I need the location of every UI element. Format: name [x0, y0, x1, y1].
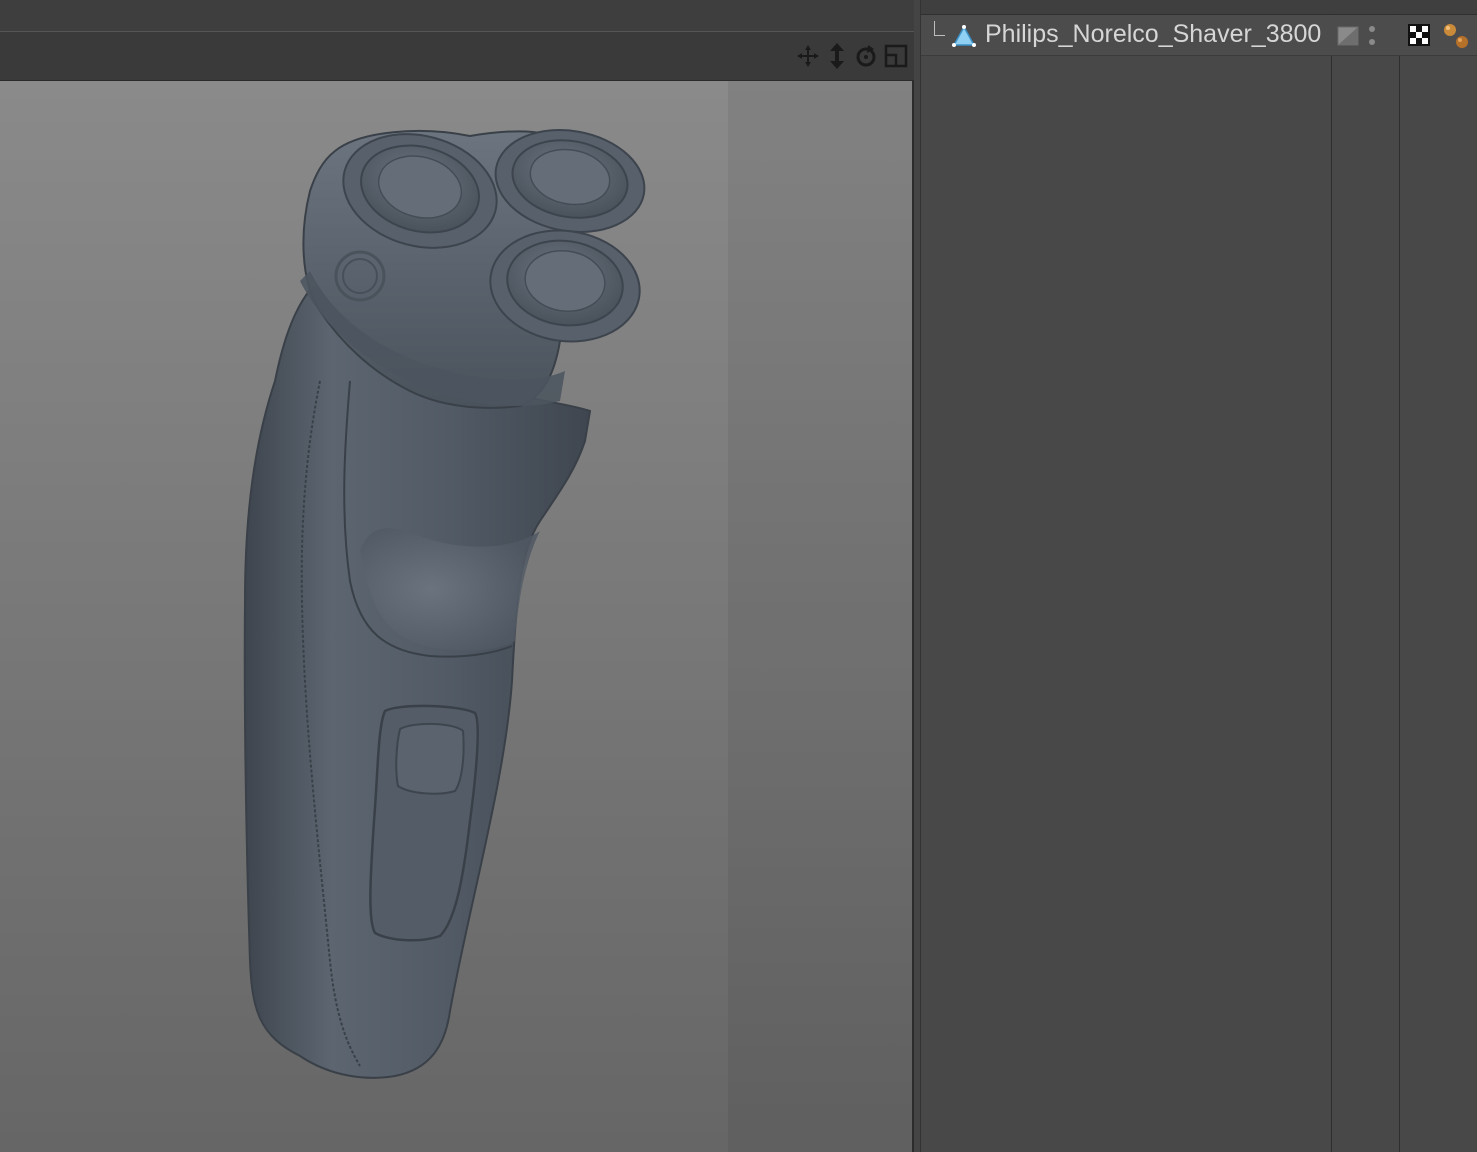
column-divider[interactable] [1331, 14, 1332, 1152]
viewport-toolbar [0, 32, 914, 81]
move-icon[interactable] [794, 42, 822, 70]
view-menu-strip [0, 0, 914, 32]
dolly-icon[interactable] [823, 42, 851, 70]
material-icon[interactable] [1442, 22, 1470, 50]
hierarchy-line [934, 21, 945, 36]
shaver-model[interactable] [0, 81, 912, 1152]
viewport-area [0, 0, 914, 1152]
rotate-icon[interactable] [852, 42, 880, 70]
object-row[interactable]: Philips_Norelco_Shaver_3800 [921, 15, 1477, 56]
viewport-divider[interactable] [912, 81, 914, 1152]
layer-icon[interactable] [1337, 26, 1359, 46]
object-manager: Philips_Norelco_Shaver_3800 [920, 0, 1477, 1152]
column-divider[interactable] [1399, 14, 1400, 1152]
object-name[interactable]: Philips_Norelco_Shaver_3800 [985, 20, 1321, 49]
visibility-dots-icon[interactable] [1367, 23, 1377, 49]
polygon-object-icon [952, 25, 976, 47]
phong-checker-icon[interactable] [1408, 24, 1430, 46]
object-manager-menu [921, 0, 1477, 15]
maximize-icon[interactable] [882, 42, 910, 70]
3d-viewport[interactable] [0, 81, 912, 1152]
